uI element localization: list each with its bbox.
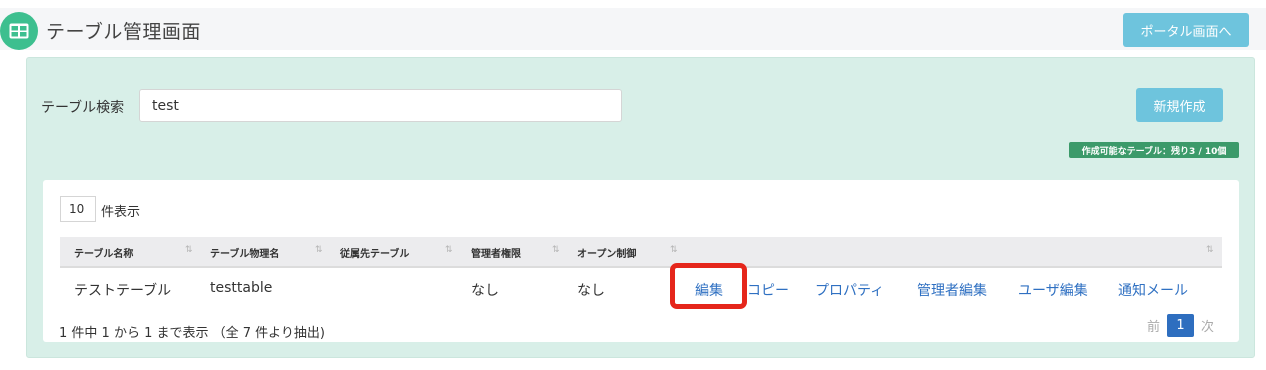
pagination-next[interactable]: 次	[1201, 316, 1214, 335]
admin-edit-link[interactable]: 管理者編集	[917, 280, 987, 300]
column-header-parent[interactable]: 従属先テーブル	[340, 245, 409, 260]
quota-badge: 作成可能なテーブル：残り3 / 10個	[1069, 142, 1239, 158]
highlight-box	[670, 263, 747, 309]
search-label: テーブル検索	[41, 100, 125, 116]
pagination-current[interactable]: 1	[1167, 314, 1194, 337]
cell-admin: なし	[471, 283, 499, 299]
portal-button[interactable]: ポータル画面へ	[1123, 13, 1249, 47]
table-search-input[interactable]	[139, 89, 622, 122]
column-header-physical-name[interactable]: テーブル物理名	[210, 245, 279, 260]
column-header-open-control[interactable]: オープン制御	[577, 245, 636, 260]
sort-icon[interactable]: ⇅	[315, 245, 323, 255]
pagination-prev[interactable]: 前	[1147, 316, 1160, 335]
cell-open-control: なし	[577, 283, 605, 299]
page-title: テーブル管理画面	[46, 21, 201, 43]
user-edit-link[interactable]: ユーザ編集	[1018, 280, 1088, 300]
table-icon	[0, 12, 38, 50]
cell-table-name: テストテーブル	[74, 283, 172, 299]
table-info: 1 件中 1 から 1 まで表示 （全 7 件より抽出)	[59, 326, 325, 341]
notify-mail-link[interactable]: 通知メール	[1118, 280, 1188, 300]
page-length-select[interactable]: 10	[60, 196, 96, 222]
sort-icon[interactable]: ⇅	[1206, 245, 1214, 255]
new-table-button[interactable]: 新規作成	[1136, 88, 1223, 122]
property-link[interactable]: プロパティ	[815, 280, 884, 300]
copy-link[interactable]: コピー	[747, 280, 789, 300]
sort-icon[interactable]: ⇅	[552, 245, 560, 255]
column-header-admin[interactable]: 管理者権限	[471, 245, 521, 260]
sort-icon[interactable]: ⇅	[445, 245, 453, 255]
sort-icon[interactable]: ⇅	[185, 245, 193, 255]
page-length-label: 件表示	[101, 205, 141, 220]
column-header-name[interactable]: テーブル名称	[74, 245, 133, 260]
sort-icon[interactable]: ⇅	[670, 245, 678, 255]
cell-physical-name: testtable	[210, 280, 273, 296]
